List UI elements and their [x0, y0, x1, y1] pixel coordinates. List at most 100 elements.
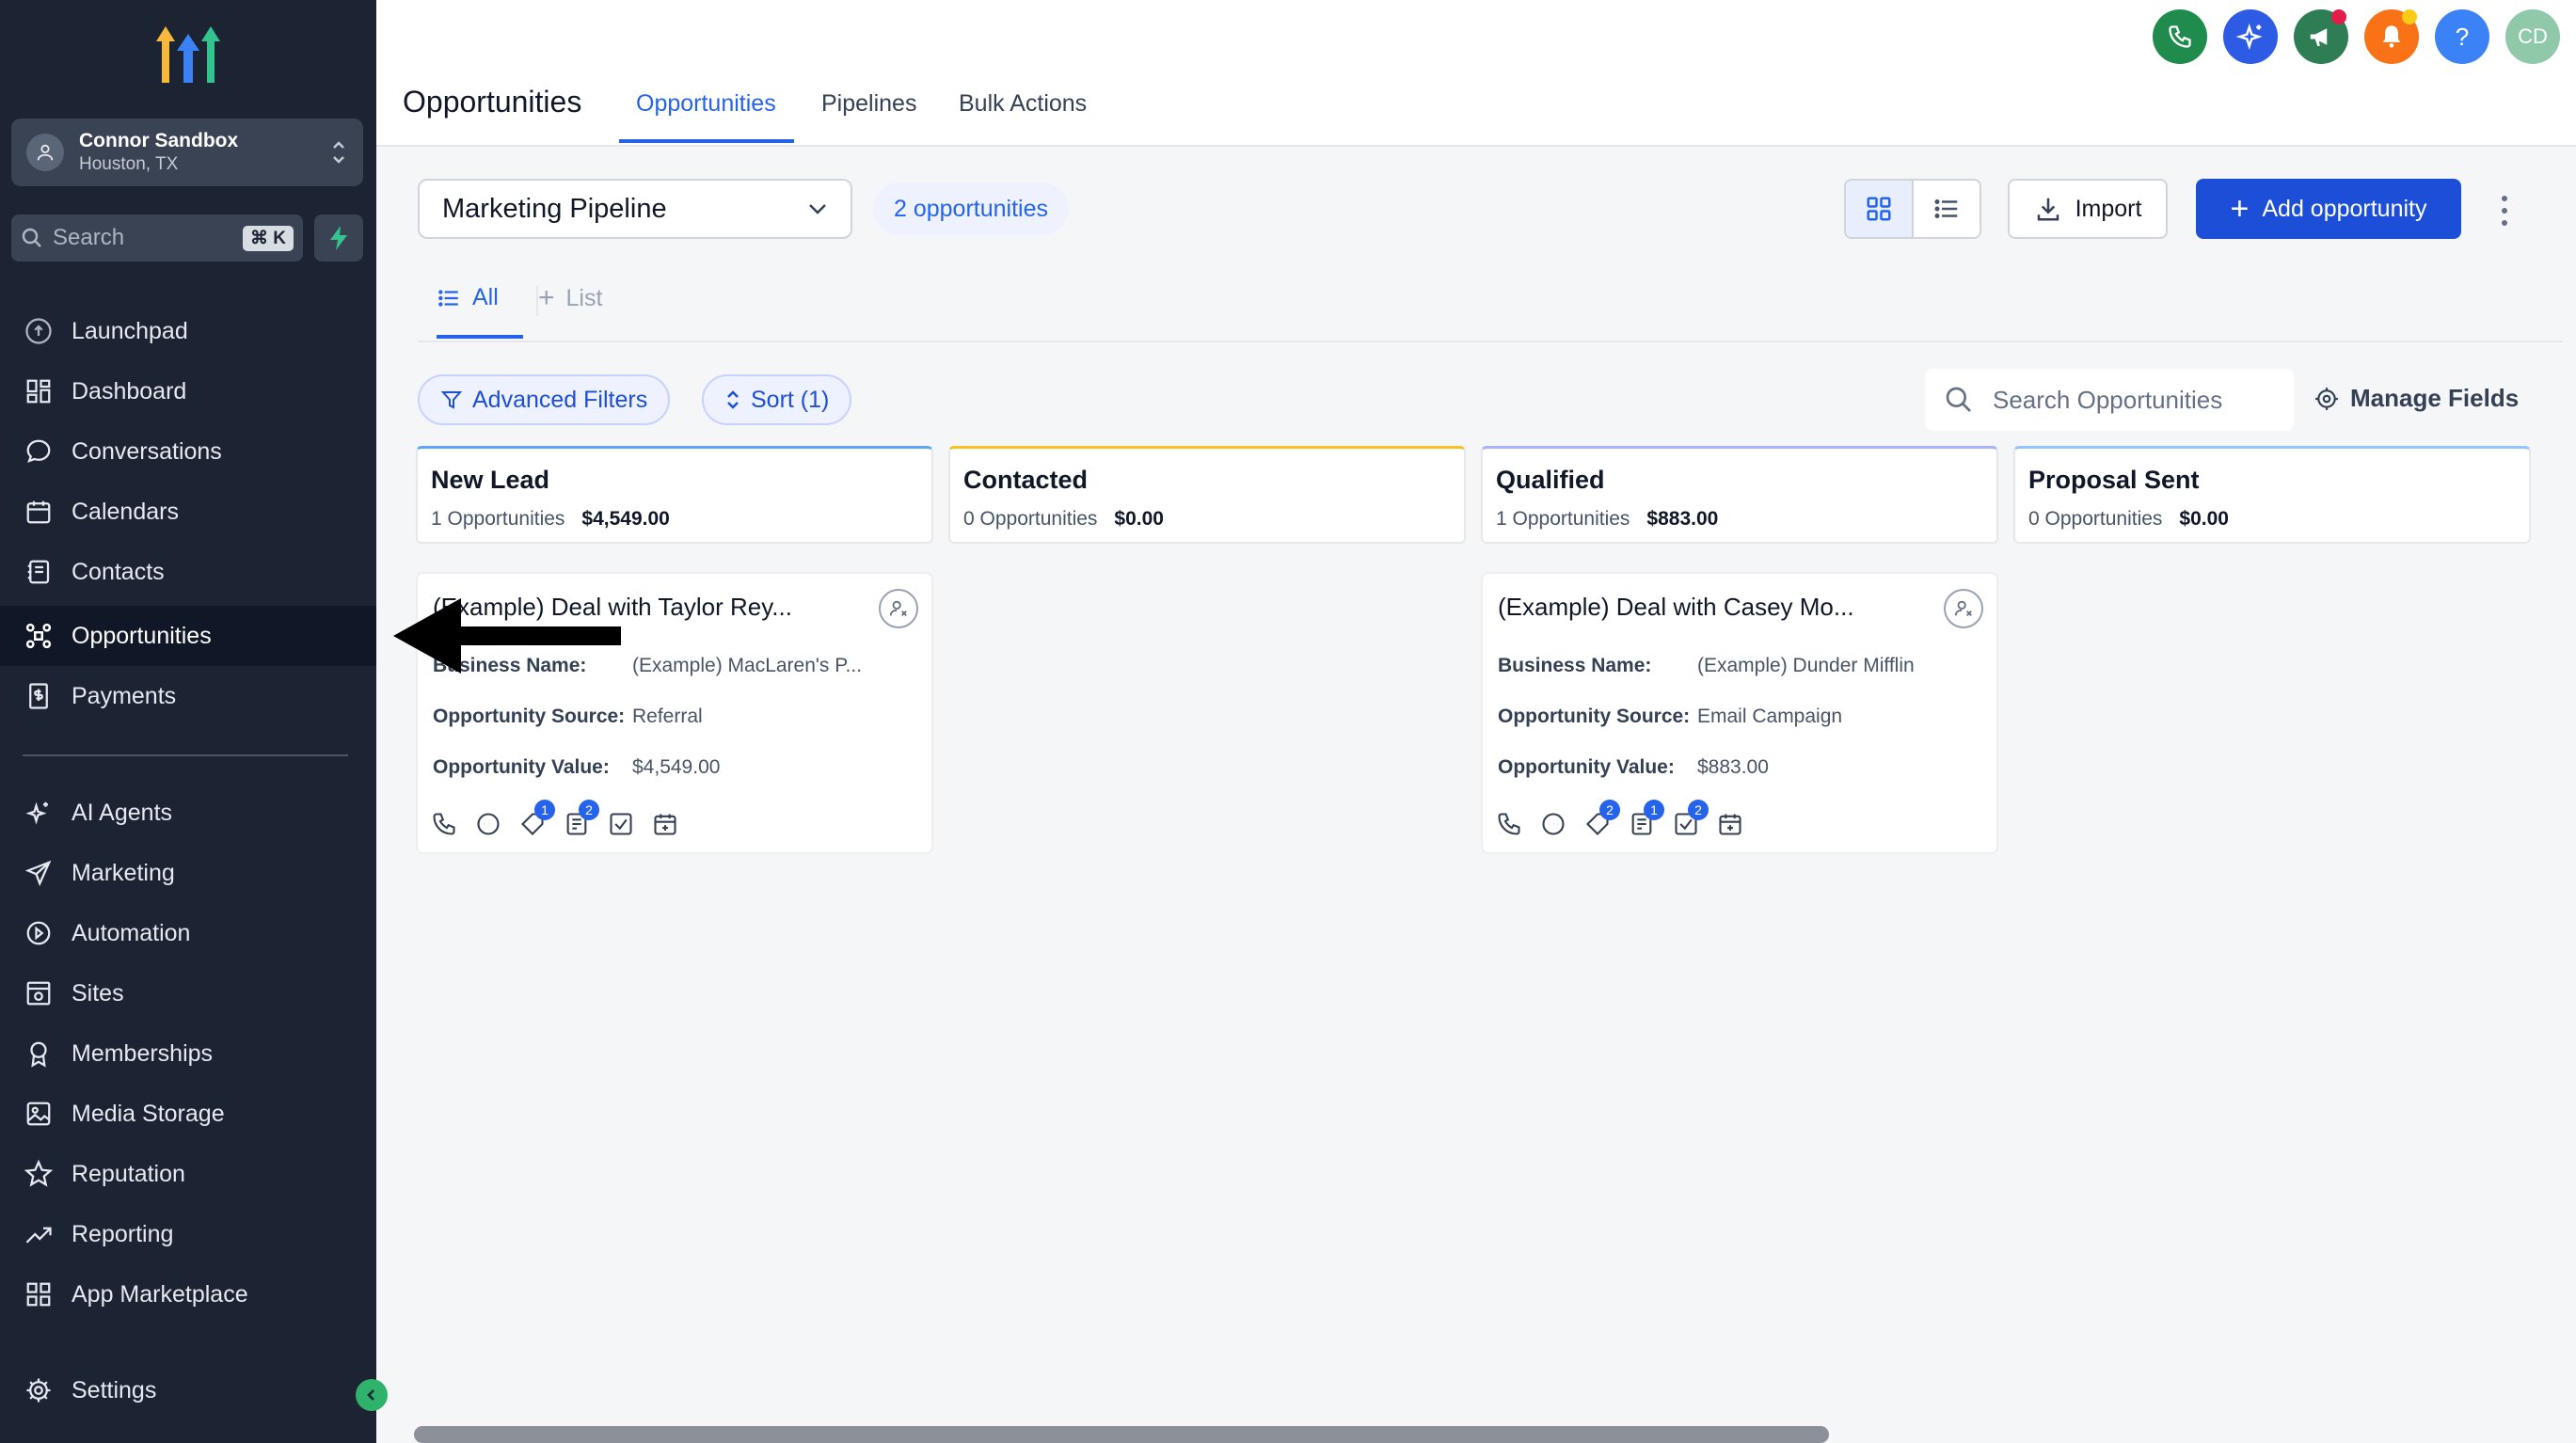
pipeline-select[interactable]: Marketing Pipeline: [418, 179, 852, 239]
assign-user-button[interactable]: [879, 589, 918, 628]
horizontal-scrollbar[interactable]: [414, 1426, 1829, 1443]
advanced-filters-button[interactable]: Advanced Filters: [418, 374, 671, 425]
phone-button[interactable]: [2153, 9, 2207, 64]
add-opportunity-label: Add opportunity: [2262, 195, 2427, 222]
sidebar-item-reputation[interactable]: Reputation: [0, 1144, 376, 1204]
sidebar-item-label: Payments: [72, 682, 177, 709]
sidebar-item-calendars[interactable]: Calendars: [0, 482, 376, 542]
calendar-add-icon[interactable]: [1717, 811, 1743, 837]
sidebar-item-conversations[interactable]: Conversations: [0, 421, 376, 482]
collapse-sidebar-button[interactable]: [356, 1379, 388, 1411]
app-logo[interactable]: [151, 23, 226, 88]
user-remove-icon: [889, 600, 907, 616]
call-icon[interactable]: [1496, 811, 1522, 837]
sort-button[interactable]: Sort (1): [702, 374, 852, 425]
quick-actions-button[interactable]: [314, 214, 363, 262]
sparkle-icon: [23, 797, 55, 829]
dashboard-icon: [23, 375, 55, 407]
more-options-icon[interactable]: [2493, 192, 2516, 230]
search-icon: [22, 228, 41, 247]
add-opportunity-button[interactable]: + Add opportunity: [2196, 179, 2461, 239]
sidebar-item-app-marketplace[interactable]: App Marketplace: [0, 1264, 376, 1324]
add-list-button[interactable]: + List: [538, 284, 602, 312]
calendar-icon: [23, 496, 55, 528]
tag-icon[interactable]: 2: [1584, 800, 1620, 837]
advanced-filters-label: Advanced Filters: [472, 386, 648, 413]
list-view-button[interactable]: [1914, 181, 1980, 237]
sidebar-item-opportunities[interactable]: Opportunities: [0, 606, 376, 666]
message-icon[interactable]: [1540, 811, 1566, 837]
account-switcher[interactable]: Connor Sandbox Houston, TX: [11, 119, 363, 186]
sidebar-item-label: Sites: [72, 979, 124, 1007]
sidebar-divider: [23, 754, 348, 756]
sidebar-item-launchpad[interactable]: Launchpad: [0, 301, 376, 361]
sidebar-item-label: App Marketplace: [72, 1280, 248, 1308]
opportunity-card[interactable]: (Example) Deal with Casey Mo... Business…: [1481, 572, 1998, 854]
sidebar-item-dashboard[interactable]: Dashboard: [0, 361, 376, 421]
sidebar-item-automation[interactable]: Automation: [0, 903, 376, 963]
task-icon[interactable]: 2: [1673, 800, 1709, 837]
notes-icon[interactable]: 2: [564, 800, 599, 837]
payments-icon: [23, 680, 55, 712]
avatar[interactable]: CD: [2505, 9, 2560, 64]
tab-bulk-actions[interactable]: Bulk Actions: [959, 90, 1087, 118]
sidebar-item-label: Automation: [72, 919, 191, 946]
task-icon[interactable]: [608, 811, 634, 837]
opportunity-title[interactable]: (Example) Deal with Casey Mo...: [1498, 593, 1981, 622]
search-opportunities-input[interactable]: Search Opportunities: [1925, 369, 2294, 431]
user-icon: [26, 134, 64, 171]
announcements-button[interactable]: [2294, 9, 2348, 64]
membership-icon: [23, 1038, 55, 1070]
sidebar-item-label: Contacts: [72, 558, 165, 585]
help-button[interactable]: ?: [2435, 9, 2489, 64]
opportunities-count-badge: 2 opportunities: [873, 182, 1070, 235]
tab-opportunities[interactable]: Opportunities: [636, 90, 776, 118]
list-icon: [438, 289, 458, 307]
stage-count: 0 Opportunities: [2028, 508, 2163, 530]
opportunity-value: $4,549.00: [632, 756, 721, 778]
sidebar-item-label: Settings: [72, 1376, 157, 1403]
sidebar-item-marketing[interactable]: Marketing: [0, 843, 376, 903]
sidebar-item-reporting[interactable]: Reporting: [0, 1204, 376, 1264]
sidebar-item-media-storage[interactable]: Media Storage: [0, 1084, 376, 1144]
ai-assistant-button[interactable]: [2223, 9, 2278, 64]
sidebar-item-memberships[interactable]: Memberships: [0, 1023, 376, 1084]
stage-name: Qualified: [1496, 466, 1605, 494]
tab-pipelines[interactable]: Pipelines: [821, 90, 916, 118]
sidebar-item-payments[interactable]: Payments: [0, 666, 376, 726]
search-shortcut: ⌘ K: [243, 225, 294, 251]
call-icon[interactable]: [431, 811, 457, 837]
stage-amount: $883.00: [1646, 508, 1719, 530]
sidebar-search[interactable]: Search ⌘ K: [11, 214, 303, 262]
list-tab-all[interactable]: All: [437, 284, 499, 311]
sidebar-item-sites[interactable]: Sites: [0, 963, 376, 1023]
sidebar-item-ai-agents[interactable]: AI Agents: [0, 783, 376, 843]
notes-icon[interactable]: 1: [1629, 800, 1664, 837]
field-label: Business Name:: [1498, 655, 1652, 676]
phone-icon: [2169, 25, 2191, 48]
list-tab-all-label: All: [472, 284, 499, 310]
stage-amount: $4,549.00: [581, 508, 670, 530]
manage-fields-button[interactable]: Manage Fields: [2314, 384, 2519, 413]
stage-name: Proposal Sent: [2028, 466, 2200, 494]
tag-count-badge: 1: [534, 800, 555, 820]
assign-user-button[interactable]: [1944, 589, 1983, 628]
sidebar-item-contacts[interactable]: Contacts: [0, 542, 376, 602]
sidebar-item-label: Launchpad: [72, 317, 188, 344]
stage-count: 1 Opportunities: [431, 508, 565, 530]
import-button[interactable]: Import: [2008, 179, 2168, 239]
board-view-button[interactable]: [1846, 181, 1914, 237]
image-icon: [23, 1098, 55, 1130]
trend-icon: [23, 1218, 55, 1250]
calendar-add-icon[interactable]: [652, 811, 678, 837]
notifications-button[interactable]: [2364, 9, 2419, 64]
tag-icon[interactable]: 1: [519, 800, 555, 837]
filter-icon: [440, 391, 463, 409]
stage-count: 1 Opportunities: [1496, 508, 1630, 530]
sidebar-item-settings[interactable]: Settings: [0, 1360, 376, 1420]
message-icon[interactable]: [475, 811, 501, 837]
automation-icon: [23, 917, 55, 949]
bell-icon: [2382, 25, 2401, 48]
view-toggle: [1844, 179, 1981, 239]
sidebar-item-label: Media Storage: [72, 1100, 225, 1127]
